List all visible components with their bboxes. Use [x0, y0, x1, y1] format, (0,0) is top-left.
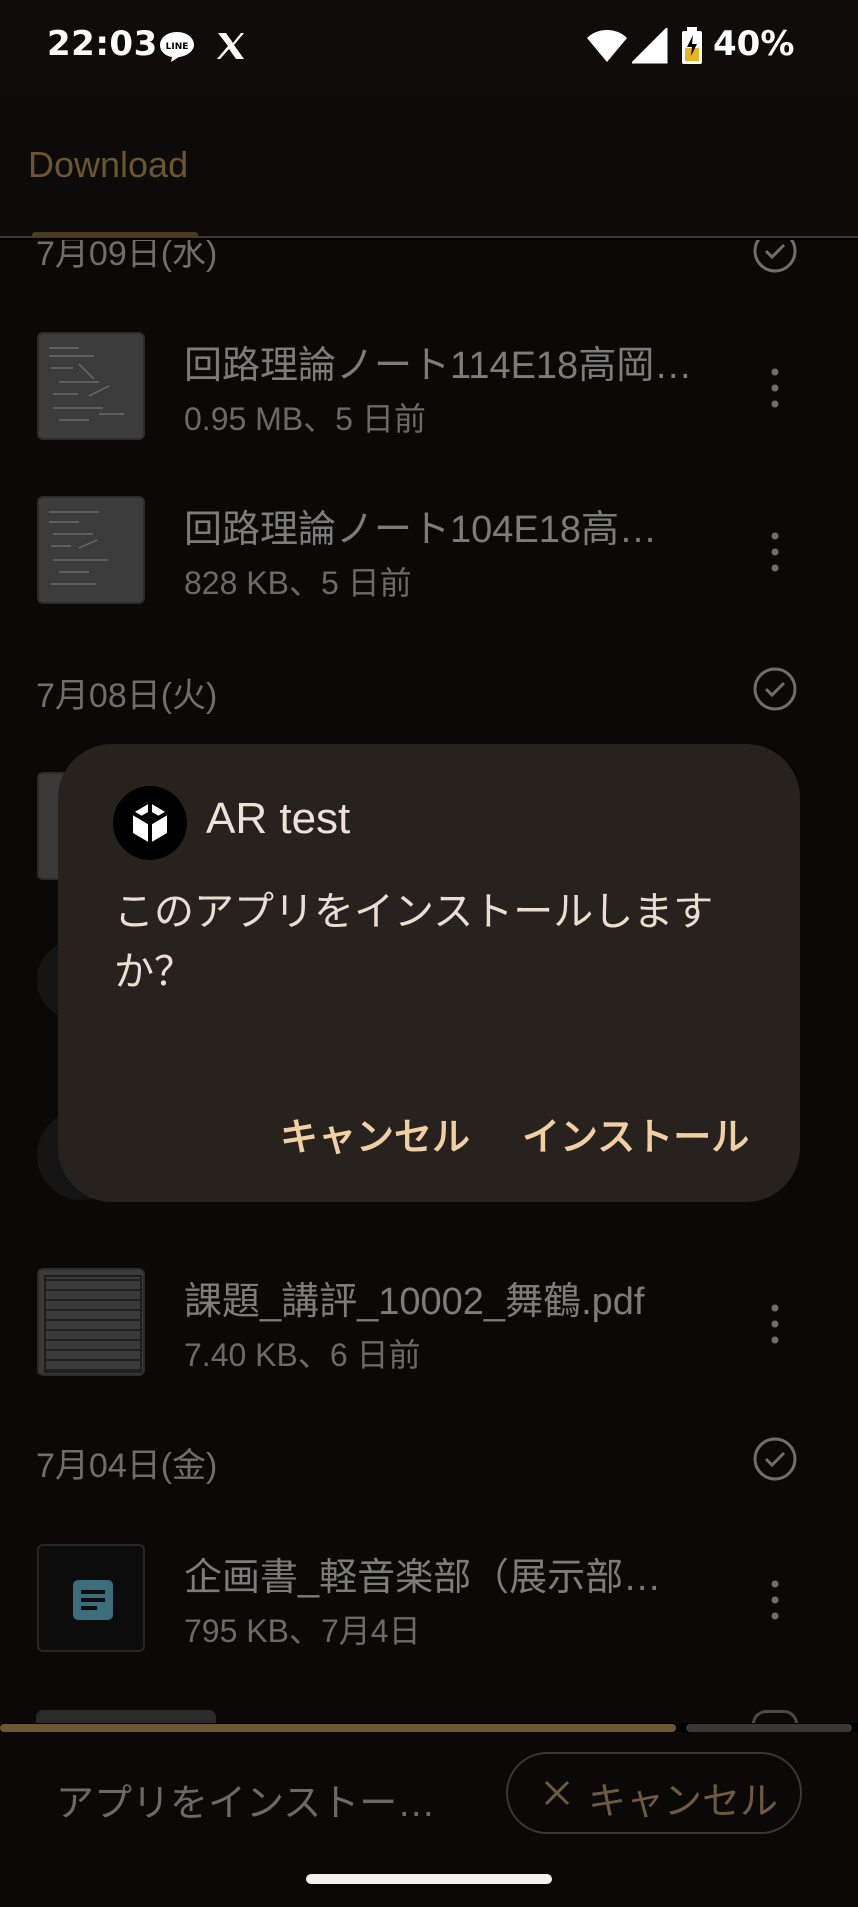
section-date-clipped — [36, 1710, 216, 1723]
file-thumbnail — [37, 1544, 145, 1652]
file-name: 課題_講評_10002_舞鶴.pdf — [184, 1281, 645, 1323]
file-name: 回路理論ノート114E18高岡… — [184, 345, 693, 387]
signal-icon — [632, 28, 668, 64]
install-button[interactable]: インストール — [522, 1106, 749, 1161]
svg-text:LINE: LINE — [166, 42, 189, 52]
tab-download[interactable]: Download — [28, 144, 188, 186]
file-thumbnail — [37, 1268, 145, 1376]
check-circle-icon[interactable] — [752, 1436, 798, 1482]
install-progress-bar — [0, 1724, 858, 1732]
more-vert-icon[interactable] — [760, 366, 790, 410]
file-row[interactable]: 企画書_軽音楽部（展示部… 795 KB、7月4日 — [0, 1544, 858, 1704]
cancel-install-button[interactable]: キャンセル — [506, 1752, 802, 1834]
check-circle-icon[interactable] — [752, 240, 798, 274]
line-icon: LINE — [160, 32, 194, 62]
tab-indicator — [32, 232, 198, 238]
file-meta: 828 KB、5 日前 — [184, 565, 412, 601]
check-circle-icon[interactable] — [752, 666, 798, 712]
wifi-icon — [587, 30, 627, 62]
cancel-install-label: キャンセル — [588, 1781, 779, 1823]
file-meta: 795 KB、7月4日 — [184, 1613, 421, 1649]
file-row[interactable]: 回路理論ノート114E18高岡… 0.95 MB、5 日前 — [0, 332, 858, 492]
check-circle-icon — [752, 1710, 798, 1723]
file-row[interactable]: 回路理論ノート104E18高… 828 KB、5 日前 — [0, 496, 858, 656]
status-bar: 22:03 LINE 40% — [0, 0, 858, 96]
home-indicator[interactable] — [306, 1874, 552, 1884]
file-name: 回路理論ノート104E18高… — [184, 509, 658, 551]
close-icon — [544, 1780, 570, 1806]
more-vert-icon[interactable] — [760, 530, 790, 574]
more-vert-icon[interactable] — [760, 1578, 790, 1622]
section-date: 7月04日(金) — [36, 1447, 218, 1485]
x-icon — [217, 33, 244, 59]
app-icon — [113, 786, 187, 860]
progress-fill — [0, 1724, 676, 1732]
battery-icon — [682, 27, 702, 64]
app-bar: Download — [0, 96, 858, 238]
install-status-text: アプリをインストー… — [56, 1783, 436, 1825]
file-meta: 7.40 KB、6 日前 — [184, 1337, 421, 1373]
file-thumbnail — [37, 496, 145, 604]
file-meta: 0.95 MB、5 日前 — [184, 401, 426, 437]
more-vert-icon[interactable] — [760, 1302, 790, 1346]
section-date: 7月08日(火) — [36, 677, 218, 715]
install-dialog: AR test このアプリをインストールしますか？ キャンセル インストール — [58, 744, 800, 1202]
file-row[interactable]: 課題_講評_10002_舞鶴.pdf 7.40 KB、6 日前 — [0, 1268, 858, 1428]
battery-percent: 40% — [713, 24, 795, 64]
dialog-title: AR test — [206, 794, 351, 843]
cancel-button[interactable]: キャンセル — [280, 1106, 470, 1161]
file-name: 企画書_軽音楽部（展示部… — [184, 1557, 662, 1599]
progress-track — [686, 1724, 852, 1732]
file-thumbnail — [37, 332, 145, 440]
dialog-message: このアプリをインストールしますか？ — [114, 890, 714, 994]
status-time: 22:03 — [47, 24, 158, 64]
section-date: 7月09日(水) — [36, 240, 218, 273]
